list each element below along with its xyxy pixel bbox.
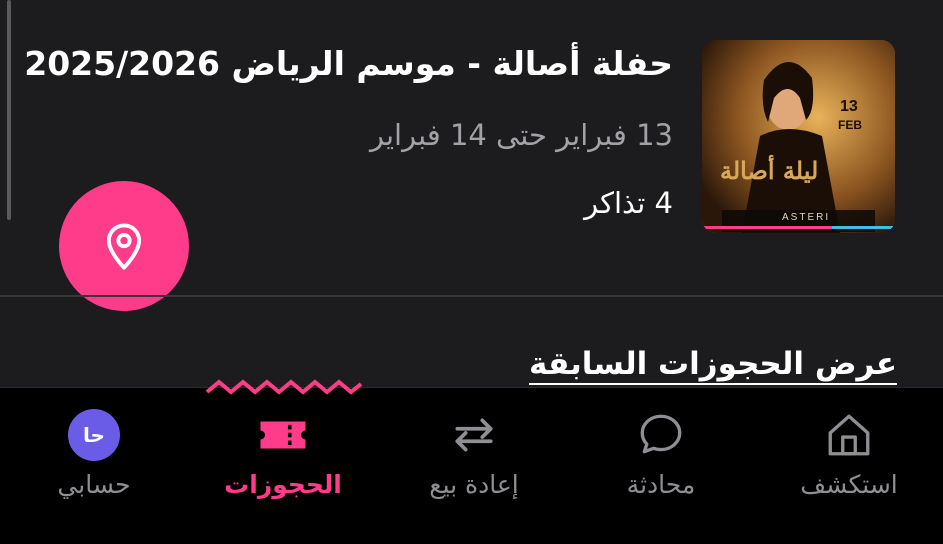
event-title: حفلة أصالة - موسم الرياض 2025/2026 <box>24 44 673 83</box>
poster-sponsor: ASTERI <box>782 212 831 223</box>
tab-explore-label: استكشف <box>800 470 898 499</box>
location-button[interactable] <box>59 181 189 311</box>
swap-arrows-icon <box>447 408 501 462</box>
tab-bookings[interactable]: الحجوزات <box>189 388 377 544</box>
tab-resale[interactable]: إعادة بيع <box>380 388 568 544</box>
avatar-initials: حا <box>68 409 120 461</box>
tab-account[interactable]: حا حسابي <box>0 388 188 544</box>
chat-bubble-icon <box>634 408 688 462</box>
tab-chat[interactable]: محادثة <box>567 388 755 544</box>
divider <box>0 295 943 297</box>
tab-chat-label: محادثة <box>626 470 696 499</box>
event-poster: 13 FEB ليلة أصالة ASTERI <box>702 40 895 233</box>
active-tab-wave-indicator <box>205 379 363 395</box>
bottom-tab-bar: استكشف محادثة إعادة بيع الحجوزات حا حساب… <box>0 387 943 544</box>
event-dates: 13 فبراير حتى 14 فبراير <box>369 118 673 152</box>
poster-date-day: 13 <box>840 98 858 115</box>
home-icon <box>822 408 876 462</box>
map-pin-icon <box>106 223 142 270</box>
tab-resale-label: إعادة بيع <box>429 470 519 499</box>
poster-calligraphy: ليلة أصالة <box>720 156 819 185</box>
poster-date-month: FEB <box>838 118 862 132</box>
past-bookings-link[interactable]: عرض الحجوزات السابقة <box>529 345 897 385</box>
ticket-count: 4 تذاكر <box>584 186 673 220</box>
tab-account-label: حسابي <box>57 470 131 499</box>
ticket-icon <box>256 408 310 462</box>
tab-explore[interactable]: استكشف <box>755 388 943 544</box>
tab-bookings-label: الحجوزات <box>224 470 342 499</box>
avatar: حا <box>67 408 121 462</box>
bookings-screen: 13 FEB ليلة أصالة ASTERI حفلة أصالة - مو… <box>0 0 943 544</box>
